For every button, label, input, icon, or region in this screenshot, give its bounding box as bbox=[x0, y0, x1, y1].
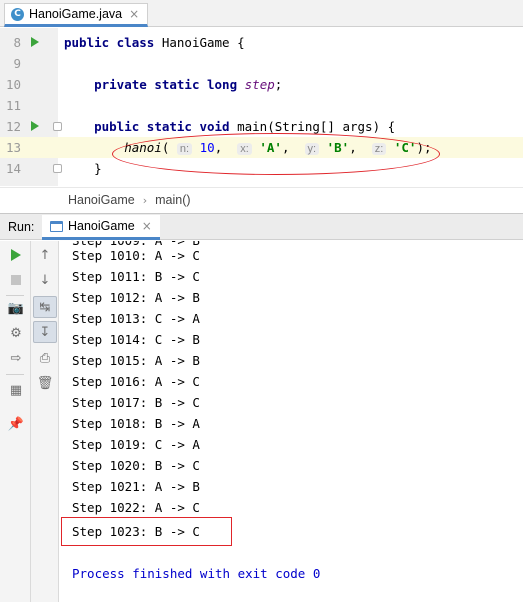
line-number: 10 bbox=[5, 77, 21, 92]
class-declaration: HanoiGame { bbox=[154, 35, 245, 50]
camera-icon[interactable]: 📷 bbox=[4, 297, 28, 319]
console-line: Step 1018: B -> A bbox=[72, 416, 200, 431]
toolbar-divider bbox=[6, 374, 24, 375]
console-line: Step 1011: B -> C bbox=[72, 269, 200, 284]
console-line: Step 1020: B -> C bbox=[72, 458, 200, 473]
console-output[interactable]: Step 1009: A -> B Step 1010: A -> C Step… bbox=[60, 241, 523, 602]
keyword: public class bbox=[64, 35, 155, 50]
console-line: Step 1013: C -> A bbox=[72, 311, 200, 326]
console-line: Step 1012: A -> B bbox=[72, 290, 200, 305]
console-line: Step 1015: A -> B bbox=[72, 353, 200, 368]
console-line: Step 1022: A -> C bbox=[72, 500, 200, 515]
down-arrow-icon[interactable]: ↓ bbox=[33, 269, 57, 291]
line-number: 9 bbox=[13, 56, 21, 71]
keyword: public static void bbox=[94, 119, 230, 134]
close-tab-icon[interactable]: × bbox=[129, 7, 139, 21]
editor-tab-bar: C HanoiGame.java × bbox=[0, 0, 523, 27]
run-tab-label: HanoiGame bbox=[68, 219, 135, 233]
scroll-to-end-icon[interactable]: ↧ bbox=[33, 321, 57, 343]
console-line: Step 1014: C -> B bbox=[72, 332, 200, 347]
print-icon[interactable]: ⎙ bbox=[33, 347, 57, 369]
pin-icon[interactable]: 📌 bbox=[4, 413, 28, 435]
soft-wrap-icon[interactable]: ↹ bbox=[33, 296, 57, 318]
up-arrow-icon[interactable]: ↑ bbox=[33, 244, 57, 266]
keyword: private static long bbox=[94, 77, 238, 92]
console-icon bbox=[50, 220, 63, 232]
fold-icon[interactable] bbox=[53, 122, 62, 131]
run-label: Run: bbox=[8, 220, 35, 234]
run-toolbar-right: ↑ ↓ ↹ ↧ ⎙ 🗑 bbox=[31, 241, 59, 602]
breadcrumb: HanoiGame › main() bbox=[0, 187, 523, 212]
exit-message: Process finished with exit code 0 bbox=[72, 566, 321, 581]
toolbar-divider bbox=[6, 295, 24, 296]
console-line: Step 1021: A -> B bbox=[72, 479, 200, 494]
breadcrumb-separator: › bbox=[142, 193, 148, 207]
code-line-9: 9 bbox=[0, 53, 523, 74]
file-tab-label: HanoiGame.java bbox=[29, 7, 123, 21]
code-line-10: 10 private static long step; bbox=[0, 74, 523, 95]
debug-bug-icon[interactable]: ⚙ bbox=[4, 322, 28, 344]
line-number: 14 bbox=[5, 161, 21, 176]
run-toolbar-left: 📷 ⚙ ⇨ ▦ 📌 bbox=[0, 241, 31, 602]
closing-brace: } bbox=[94, 161, 102, 176]
layout-icon[interactable]: ▦ bbox=[4, 379, 28, 401]
line-number: 8 bbox=[13, 35, 21, 50]
trash-icon[interactable]: 🗑 bbox=[33, 372, 57, 394]
java-class-icon: C bbox=[11, 7, 24, 21]
rerun-icon[interactable] bbox=[4, 244, 28, 266]
annotation-ellipse bbox=[112, 133, 440, 175]
file-tab-hanoigame[interactable]: C HanoiGame.java × bbox=[4, 3, 149, 27]
fold-icon[interactable] bbox=[53, 164, 62, 173]
field-name: step bbox=[244, 77, 275, 92]
breadcrumb-method[interactable]: main() bbox=[155, 193, 190, 207]
semicolon: ; bbox=[274, 77, 283, 92]
run-tool-window-header: Run: HanoiGame × bbox=[0, 213, 523, 240]
console-line: Step 1019: C -> A bbox=[72, 437, 200, 452]
line-number: 12 bbox=[5, 119, 21, 134]
run-main-icon[interactable] bbox=[31, 121, 39, 131]
stop-icon[interactable] bbox=[4, 269, 28, 291]
console-line: Step 1017: B -> C bbox=[72, 395, 200, 410]
line-number: 11 bbox=[5, 98, 21, 113]
method-signature: main(String[] args) { bbox=[229, 119, 396, 134]
run-class-icon[interactable] bbox=[31, 37, 39, 47]
run-tab-hanoigame[interactable]: HanoiGame × bbox=[42, 215, 160, 240]
code-line-8: 8 public class HanoiGame { bbox=[0, 32, 523, 53]
breadcrumb-class[interactable]: HanoiGame bbox=[68, 193, 135, 207]
exit-icon[interactable]: ⇨ bbox=[4, 347, 28, 369]
console-line: Step 1010: A -> C bbox=[72, 248, 200, 263]
code-line-11: 11 bbox=[0, 95, 523, 116]
line-number: 13 bbox=[5, 140, 21, 155]
close-run-tab-icon[interactable]: × bbox=[142, 219, 152, 233]
annotation-box bbox=[61, 517, 232, 546]
console-line: Step 1016: A -> C bbox=[72, 374, 200, 389]
